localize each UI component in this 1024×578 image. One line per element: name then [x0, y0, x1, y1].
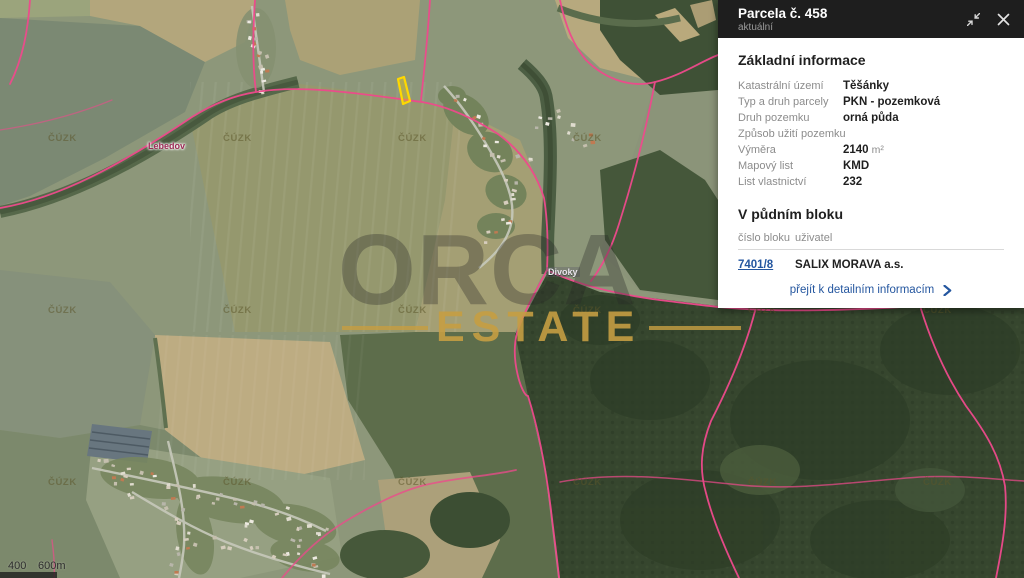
scale-tick-400: 400 [8, 560, 26, 572]
info-row: List vlastnictví 232 [738, 174, 1004, 190]
info-row: Mapový list KMD [738, 158, 1004, 174]
collapse-icon[interactable] [966, 12, 980, 26]
basic-info-rows: Katastrální území Těšánky Typ a druh par… [738, 78, 1004, 190]
info-label: Způsob užití pozemku [738, 126, 843, 142]
info-label: Katastrální území [738, 78, 843, 94]
info-label: Druh pozemku [738, 110, 843, 126]
info-label: Výměra [738, 142, 843, 158]
info-value: Těšánky [843, 78, 889, 94]
scale-bar [0, 572, 57, 578]
info-row: Způsob užití pozemku [738, 126, 1004, 142]
block-number-link[interactable]: 7401/8 [738, 259, 795, 271]
panel-subtitle: aktuální [738, 22, 827, 34]
block-user: SALIX MORAVA a.s. [795, 259, 903, 271]
detail-link-label: přejít k detailním informacím [790, 284, 934, 296]
info-value: orná půda [843, 110, 899, 126]
column-user: uživatel [795, 232, 832, 244]
info-row: Výměra 2140 m² [738, 142, 1004, 158]
info-value: 2140 [843, 142, 869, 158]
info-row: Typ a druh parcely PKN - pozemková [738, 94, 1004, 110]
panel-title: Parcela č. 458 [738, 6, 827, 22]
column-block-number: číslo bloku [738, 232, 795, 244]
chevron-right-icon [943, 285, 952, 296]
info-row: Druh pozemku orná půda [738, 110, 1004, 126]
table-row: 7401/8 SALIX MORAVA a.s. [738, 250, 1004, 271]
info-label: List vlastnictví [738, 174, 843, 190]
scale-tick-600m: 600m [38, 560, 66, 572]
detail-link[interactable]: přejít k detailním informacím [738, 284, 1004, 296]
parcel-info-panel: Parcela č. 458 aktuální Základní informa… [718, 0, 1024, 308]
soil-block-table-header: číslo bloku uživatel [738, 232, 1004, 250]
info-value: PKN - pozemková [843, 94, 940, 110]
info-row: Katastrální území Těšánky [738, 78, 1004, 94]
info-value: KMD [843, 158, 869, 174]
panel-header: Parcela č. 458 aktuální [718, 0, 1024, 38]
info-label: Mapový list [738, 158, 843, 174]
basic-info-heading: Základní informace [738, 52, 1004, 68]
info-unit: m² [872, 142, 884, 158]
soil-block-rows: 7401/8 SALIX MORAVA a.s. [738, 250, 1004, 271]
info-label: Typ a druh parcely [738, 94, 843, 110]
info-value: 232 [843, 174, 862, 190]
soil-block-heading: V půdním bloku [738, 206, 1004, 222]
close-icon[interactable] [996, 12, 1010, 26]
